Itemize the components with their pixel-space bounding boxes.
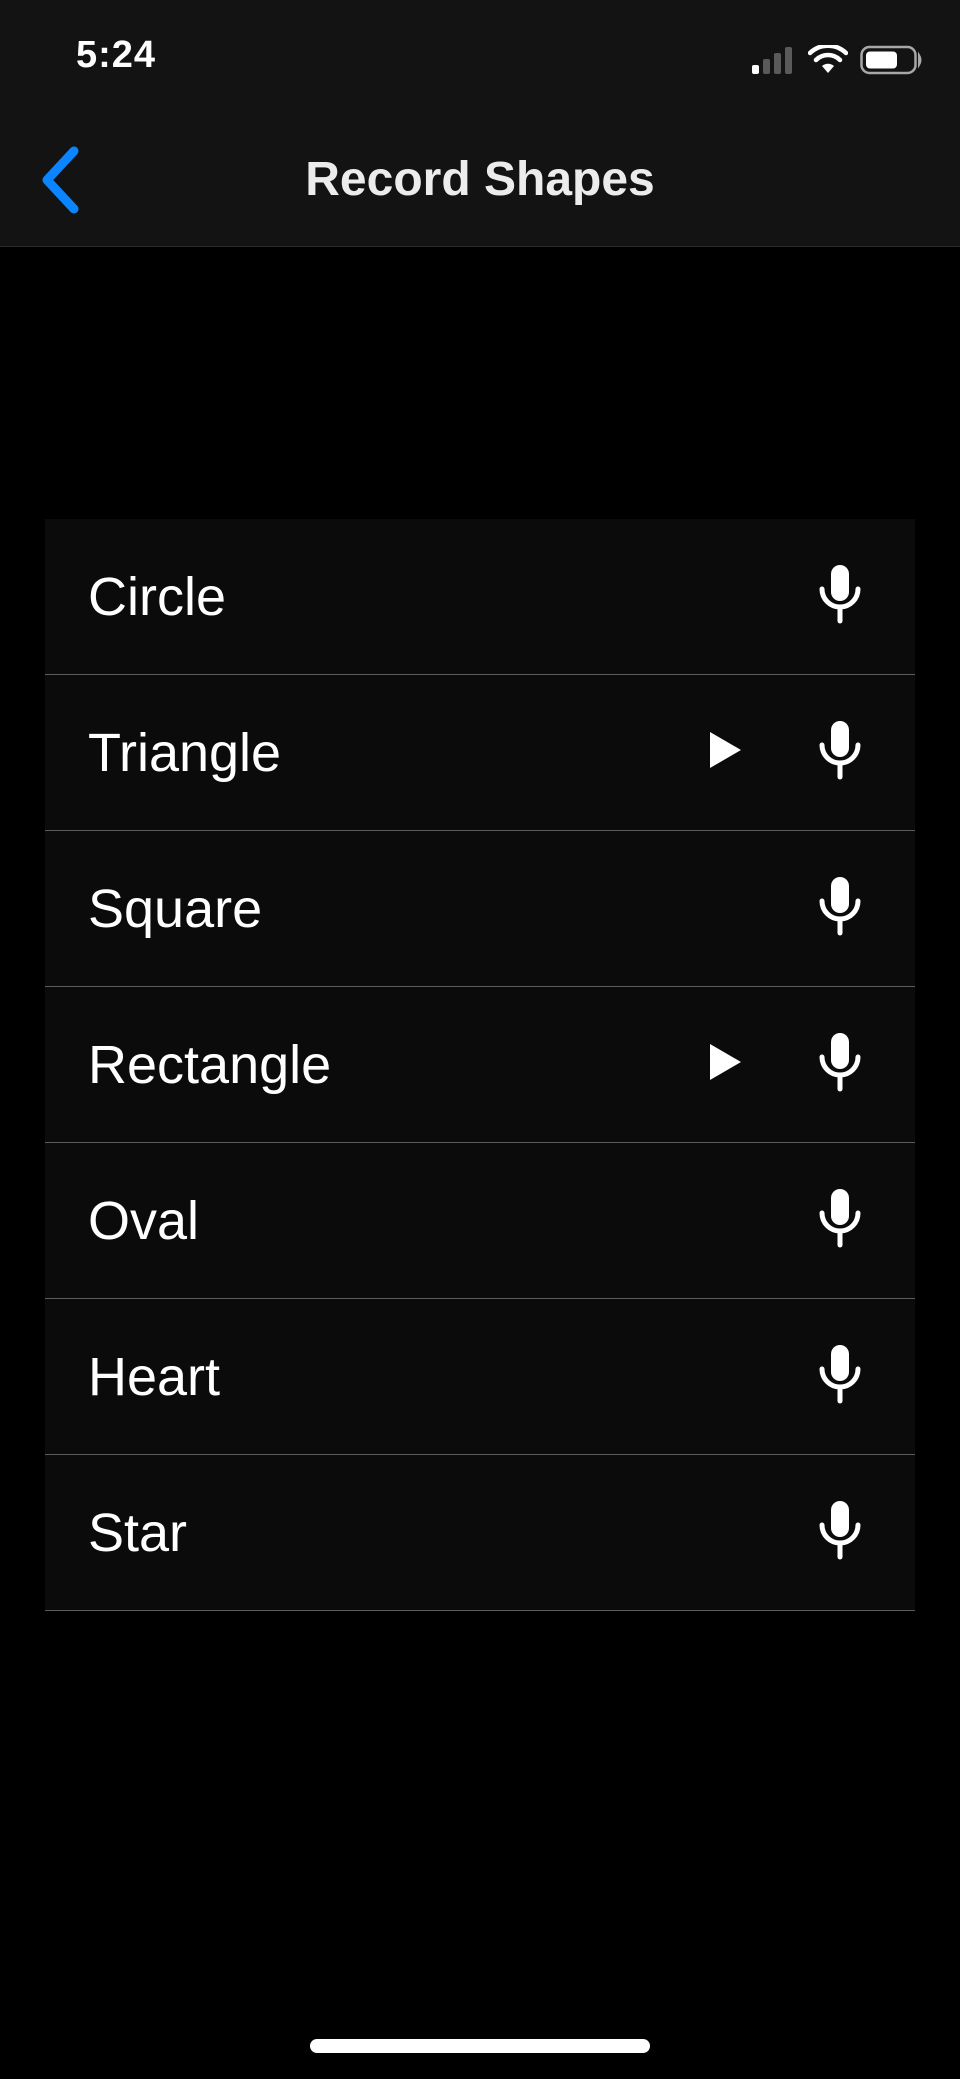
microphone-icon	[817, 1499, 863, 1566]
play-icon	[707, 730, 743, 775]
list-item-star: Star	[45, 1455, 915, 1611]
status-time: 5:24	[76, 34, 157, 76]
record-button[interactable]	[805, 552, 875, 642]
play-icon	[707, 1042, 743, 1087]
status-bar: 5:24	[0, 0, 960, 118]
shape-label: Heart	[88, 1346, 221, 1407]
status-icons	[750, 40, 924, 80]
microphone-icon	[817, 719, 863, 786]
list-item-rectangle: Rectangle	[45, 987, 915, 1143]
shape-label: Triangle	[88, 722, 282, 783]
shape-label: Square	[88, 878, 263, 939]
list-item-triangle: Triangle	[45, 675, 915, 831]
microphone-icon	[817, 1343, 863, 1410]
record-button[interactable]	[805, 1488, 875, 1578]
home-indicator[interactable]	[310, 2039, 650, 2053]
list-item-heart: Heart	[45, 1299, 915, 1455]
shape-label: Rectangle	[88, 1034, 332, 1095]
wifi-icon	[808, 45, 848, 75]
navigation-bar: Record Shapes	[0, 118, 960, 247]
record-button[interactable]	[805, 1176, 875, 1266]
play-button[interactable]	[695, 723, 755, 783]
microphone-icon	[817, 875, 863, 942]
signal-icon	[750, 45, 798, 75]
record-button[interactable]	[805, 1020, 875, 1110]
shapes-list: Circle Triangle Square Rectangle Oval He…	[45, 519, 915, 1611]
shape-label: Oval	[88, 1190, 200, 1251]
record-button[interactable]	[805, 708, 875, 798]
play-button[interactable]	[695, 1035, 755, 1095]
battery-level	[866, 51, 897, 69]
list-item-square: Square	[45, 831, 915, 987]
record-button[interactable]	[805, 1332, 875, 1422]
microphone-icon	[817, 1187, 863, 1254]
record-button[interactable]	[805, 864, 875, 954]
list-item-oval: Oval	[45, 1143, 915, 1299]
shape-label: Circle	[88, 566, 227, 627]
battery-icon	[860, 45, 924, 75]
shape-label: Star	[88, 1502, 188, 1563]
microphone-icon	[817, 1031, 863, 1098]
list-item-circle: Circle	[45, 519, 915, 675]
microphone-icon	[817, 563, 863, 630]
page-title: Record Shapes	[305, 153, 655, 206]
